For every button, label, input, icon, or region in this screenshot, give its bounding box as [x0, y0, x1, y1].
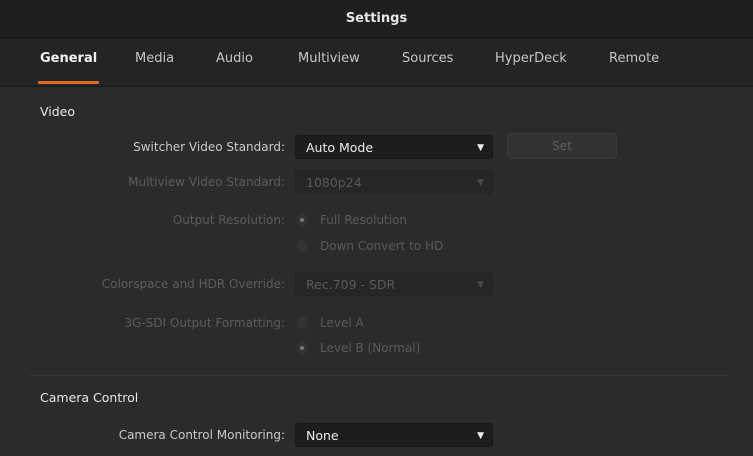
- tab-sources[interactable]: Sources: [402, 51, 453, 66]
- colorspace-hdr-label: Colorspace and HDR Override:: [101, 277, 285, 291]
- multiview-video-standard-value: 1080p24: [306, 175, 362, 190]
- multiview-video-standard-dropdown[interactable]: 1080p24 ▼: [295, 170, 493, 194]
- camera-control-monitoring-dropdown[interactable]: None ▼: [295, 423, 493, 447]
- tab-media[interactable]: Media: [135, 51, 174, 66]
- colorspace-hdr-value: Rec.709 - SDR: [306, 277, 396, 292]
- radio-label: Down Convert to HD: [320, 239, 444, 253]
- output-resolution-label: Output Resolution:: [172, 213, 285, 227]
- radio-label: Level A: [320, 316, 364, 330]
- tab-audio[interactable]: Audio: [216, 51, 253, 66]
- switcher-video-standard-value: Auto Mode: [306, 140, 374, 155]
- title-bar: Settings: [0, 0, 753, 38]
- radio-checked-icon: [296, 214, 308, 226]
- output-resolution-down-convert-option[interactable]: Down Convert to HD: [296, 239, 443, 253]
- tab-hyperdeck[interactable]: HyperDeck: [495, 51, 567, 66]
- chevron-down-icon: ▼: [477, 143, 484, 153]
- sdi-output-formatting-label: 3G-SDI Output Formatting:: [124, 316, 285, 330]
- colorspace-hdr-dropdown[interactable]: Rec.709 - SDR ▼: [295, 272, 493, 296]
- switcher-video-standard-label: Switcher Video Standard:: [133, 140, 285, 154]
- camera-control-monitoring-label: Camera Control Monitoring:: [118, 428, 285, 442]
- set-button[interactable]: Set: [507, 133, 617, 159]
- camera-control-section-heading: Camera Control: [40, 390, 139, 405]
- active-tab-indicator: [38, 81, 99, 84]
- chevron-down-icon: ▼: [477, 280, 484, 290]
- radio-label: Full Resolution: [320, 213, 408, 227]
- radio-unchecked-icon: [296, 317, 308, 329]
- chevron-down-icon: ▼: [477, 178, 484, 188]
- radio-label: Level B (Normal): [320, 341, 421, 355]
- multiview-video-standard-label: Multiview Video Standard:: [128, 175, 285, 189]
- window-title: Settings: [345, 11, 408, 26]
- output-resolution-full-option[interactable]: Full Resolution: [296, 213, 407, 227]
- video-section-heading: Video: [40, 104, 76, 119]
- tab-remote[interactable]: Remote: [609, 51, 659, 66]
- section-divider: [30, 375, 728, 376]
- tab-general[interactable]: General: [40, 51, 97, 66]
- tab-multiview[interactable]: Multiview: [298, 51, 360, 66]
- chevron-down-icon: ▼: [477, 431, 484, 441]
- camera-control-monitoring-value: None: [306, 428, 339, 443]
- switcher-video-standard-dropdown[interactable]: Auto Mode ▼: [295, 135, 493, 159]
- radio-unchecked-icon: [296, 240, 308, 252]
- tab-bar: General Media Audio Multiview Sources Hy…: [0, 38, 753, 87]
- radio-checked-icon: [296, 342, 308, 354]
- sdi-level-b-option[interactable]: Level B (Normal): [296, 341, 420, 355]
- sdi-level-a-option[interactable]: Level A: [296, 316, 364, 330]
